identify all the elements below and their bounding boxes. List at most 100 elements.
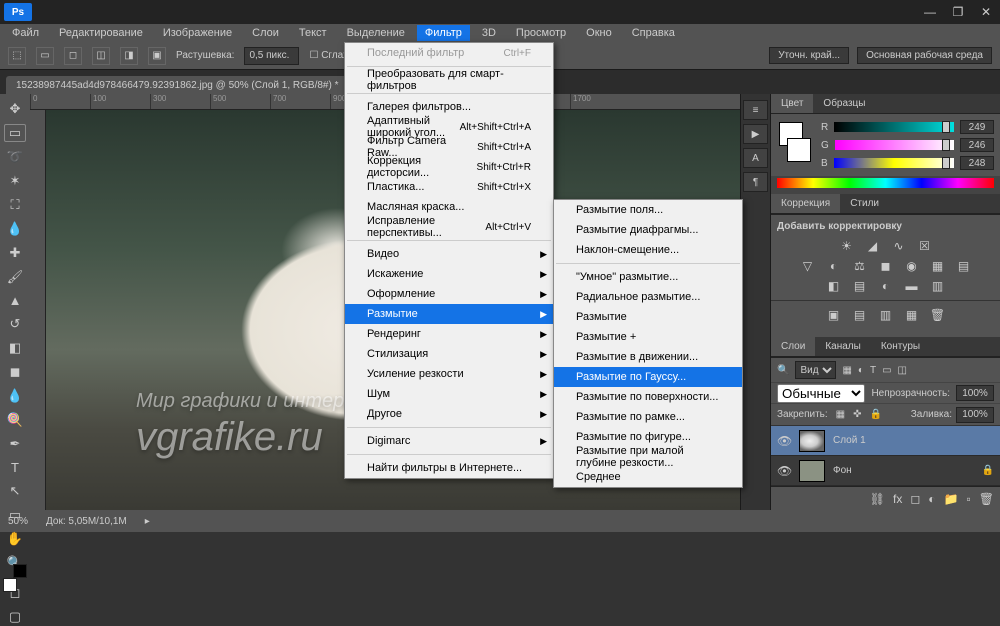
- mixer-icon[interactable]: ▦: [929, 258, 947, 274]
- marquee-new-icon[interactable]: ◻: [64, 47, 82, 65]
- window-minimize[interactable]: —: [920, 4, 940, 20]
- lookup-icon[interactable]: ▤: [955, 258, 973, 274]
- filter-smart-icon[interactable]: ◫: [898, 365, 907, 376]
- menu-item[interactable]: Среднее: [554, 467, 742, 487]
- menu-3d[interactable]: 3D: [474, 25, 504, 41]
- threshold-icon[interactable]: ◐: [877, 278, 895, 294]
- stamp-tool[interactable]: ▲: [4, 292, 26, 309]
- opacity-input[interactable]: [956, 385, 994, 401]
- menu-item[interactable]: Размытие +: [554, 327, 742, 347]
- r-input[interactable]: [960, 120, 994, 134]
- preset-icon[interactable]: ▣: [825, 307, 843, 323]
- vibrance-icon[interactable]: ▽: [799, 258, 817, 274]
- brush-tool[interactable]: 🖌: [4, 268, 26, 286]
- menu-просмотр[interactable]: Просмотр: [508, 25, 574, 41]
- preset2-icon[interactable]: ▤: [851, 307, 869, 323]
- tab-paths[interactable]: Контуры: [871, 337, 930, 356]
- marquee-add-icon[interactable]: ◫: [92, 47, 110, 65]
- visibility-icon[interactable]: 👁: [777, 434, 791, 448]
- menu-item[interactable]: Размытие при малой глубине резкости...: [554, 447, 742, 467]
- marquee-tool[interactable]: ▭: [4, 124, 26, 142]
- type-tool[interactable]: T: [4, 459, 26, 476]
- paragraph-panel-icon[interactable]: ¶: [743, 172, 768, 192]
- marquee-inter-icon[interactable]: ▣: [148, 47, 166, 65]
- menu-item[interactable]: Видео▶: [345, 244, 553, 264]
- balance-icon[interactable]: ⚖: [851, 258, 869, 274]
- menu-item[interactable]: Размытие поля...: [554, 200, 742, 220]
- hand-tool[interactable]: ✋: [4, 530, 26, 548]
- tab-swatches[interactable]: Образцы: [813, 94, 875, 113]
- menu-слои[interactable]: Слои: [244, 25, 287, 41]
- lock-pos-icon[interactable]: ✜: [853, 409, 861, 420]
- history-brush-tool[interactable]: ↺: [4, 315, 26, 333]
- selective-icon[interactable]: ▥: [929, 278, 947, 294]
- link-layers-icon[interactable]: ⛓: [870, 492, 885, 506]
- healing-tool[interactable]: ✚: [4, 244, 26, 262]
- eyedropper-tool[interactable]: 💧: [4, 220, 26, 238]
- gradient-tool[interactable]: ◼: [4, 363, 26, 381]
- menu-окно[interactable]: Окно: [578, 25, 620, 41]
- delete-layer-icon[interactable]: 🗑: [979, 492, 994, 506]
- menu-item[interactable]: Размытие по рамке...: [554, 407, 742, 427]
- exposure-icon[interactable]: ☒: [916, 238, 934, 254]
- workspace-switcher[interactable]: Основная рабочая среда: [857, 47, 992, 64]
- photo-filter-icon[interactable]: ◉: [903, 258, 921, 274]
- menu-изображение[interactable]: Изображение: [155, 25, 240, 41]
- pen-tool[interactable]: ✒: [4, 435, 26, 453]
- menu-текст[interactable]: Текст: [291, 25, 335, 41]
- menu-item[interactable]: Шум▶: [345, 384, 553, 404]
- filter-type-icon[interactable]: T: [870, 365, 876, 376]
- menu-item[interactable]: Искажение▶: [345, 264, 553, 284]
- eraser-tool[interactable]: ◧: [4, 339, 26, 357]
- menu-item[interactable]: Преобразовать для смарт-фильтров: [345, 70, 553, 90]
- new-layer-icon[interactable]: ▫: [967, 492, 971, 506]
- b-input[interactable]: [960, 156, 994, 170]
- g-slider[interactable]: [835, 140, 954, 150]
- filter-kind-icon[interactable]: 🔍: [777, 365, 789, 376]
- menu-item[interactable]: Стилизация▶: [345, 344, 553, 364]
- filter-shape-icon[interactable]: ▭: [882, 365, 891, 376]
- wand-tool[interactable]: ✶: [4, 172, 26, 190]
- menu-item[interactable]: "Умное" размытие...: [554, 267, 742, 287]
- menu-item[interactable]: Исправление перспективы...Alt+Ctrl+V: [345, 217, 553, 237]
- tab-color[interactable]: Цвет: [771, 94, 813, 113]
- b-slider[interactable]: [834, 158, 954, 168]
- menu-файл[interactable]: Файл: [4, 25, 47, 41]
- levels-icon[interactable]: ◢: [864, 238, 882, 254]
- menu-item[interactable]: Размытие▶: [345, 304, 553, 324]
- menu-фильтр[interactable]: Фильтр: [417, 25, 470, 41]
- menu-item[interactable]: Размытие по поверхности...: [554, 387, 742, 407]
- actions-panel-icon[interactable]: ▶: [743, 124, 768, 144]
- preset4-icon[interactable]: ▦: [903, 307, 921, 323]
- dodge-tool[interactable]: 🍭: [4, 411, 26, 429]
- filter-adj-icon[interactable]: ◐: [858, 365, 864, 376]
- menu-item[interactable]: Радиальное размытие...: [554, 287, 742, 307]
- r-slider[interactable]: [834, 122, 954, 132]
- tab-adjustments[interactable]: Коррекция: [771, 194, 840, 213]
- screenmode-tool[interactable]: ▢: [4, 608, 26, 626]
- preset3-icon[interactable]: ▥: [877, 307, 895, 323]
- menu-item[interactable]: Последний фильтрCtrl+F: [345, 43, 553, 63]
- menu-item[interactable]: Рендеринг▶: [345, 324, 553, 344]
- menu-item[interactable]: Масляная краска...: [345, 197, 553, 217]
- mask-icon[interactable]: ◻: [910, 492, 920, 506]
- char-panel-icon[interactable]: A: [743, 148, 768, 168]
- doc-tab[interactable]: 15238987445ad4d978466479.92391862.jpg @ …: [6, 76, 362, 94]
- menu-item[interactable]: Digimarc▶: [345, 431, 553, 451]
- hue-strip[interactable]: [777, 178, 994, 188]
- menu-item[interactable]: Усиление резкости▶: [345, 364, 553, 384]
- group-icon[interactable]: 📁: [944, 492, 959, 506]
- menu-item[interactable]: Размытие диафрагмы...: [554, 220, 742, 240]
- color-swatches[interactable]: [777, 120, 813, 164]
- lasso-tool[interactable]: ➰: [4, 148, 26, 166]
- tab-styles[interactable]: Стили: [840, 194, 889, 213]
- history-panel-icon[interactable]: ≡: [743, 100, 768, 120]
- posterize-icon[interactable]: ▤: [851, 278, 869, 294]
- hue-icon[interactable]: ◐: [825, 258, 843, 274]
- lock-all-icon[interactable]: ▦: [836, 409, 845, 420]
- menu-item[interactable]: Другое▶: [345, 404, 553, 424]
- tab-channels[interactable]: Каналы: [815, 337, 871, 356]
- layer-row[interactable]: 👁Слой 1: [771, 426, 1000, 456]
- menu-item[interactable]: Галерея фильтров...: [345, 97, 553, 117]
- filter-kind-select[interactable]: Вид: [795, 361, 836, 379]
